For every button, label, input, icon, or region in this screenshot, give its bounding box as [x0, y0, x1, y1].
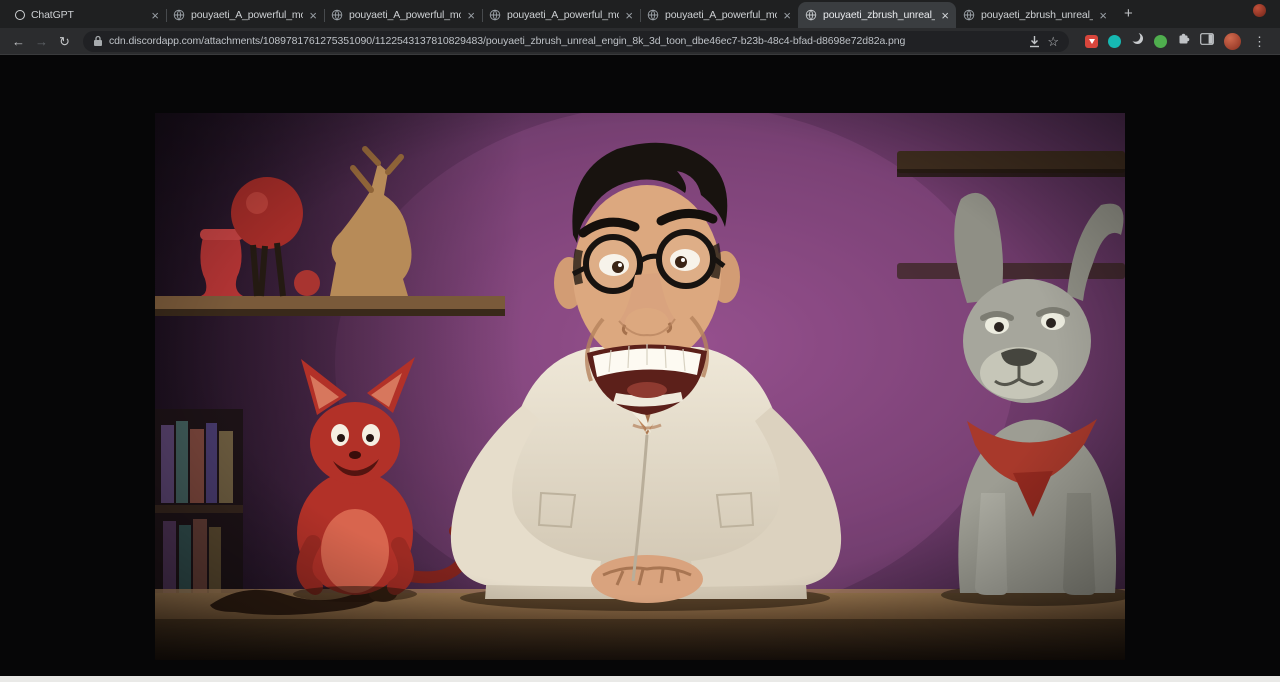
dark-mode-moon-icon[interactable] — [1131, 32, 1144, 50]
globe-favicon-icon — [963, 9, 975, 21]
tab-pouyaeti-powerful-2[interactable]: pouyaeti_A_powerful_modern × — [324, 2, 482, 28]
page-content — [0, 55, 1280, 676]
extensions-puzzle-icon[interactable] — [1177, 32, 1190, 50]
tab-close-icon[interactable]: × — [309, 9, 317, 22]
globe-favicon-icon — [805, 9, 817, 21]
globe-favicon-icon — [173, 9, 185, 21]
forward-button[interactable]: → — [31, 35, 52, 48]
tab-strip: ChatGPT × pouyaeti_A_powerful_modern × p… — [0, 0, 1280, 28]
profile-avatar[interactable] — [1224, 33, 1241, 50]
tab-close-icon[interactable]: × — [625, 9, 633, 22]
bottom-strip — [0, 676, 1280, 682]
back-button[interactable]: ← — [8, 35, 29, 48]
globe-favicon-icon — [647, 9, 659, 21]
tab-close-icon[interactable]: × — [151, 9, 159, 22]
tab-label: ChatGPT — [31, 9, 145, 21]
tab-label: pouyaeti_zbrush_unreal_engi — [981, 9, 1093, 21]
discord-image-attachment — [155, 113, 1125, 660]
tab-pouyaeti-powerful-1[interactable]: pouyaeti_A_powerful_modern × — [166, 2, 324, 28]
tab-close-icon[interactable]: × — [1099, 9, 1107, 22]
download-icon[interactable] — [1028, 35, 1041, 48]
globe-favicon-icon — [489, 9, 501, 21]
green-extension-icon[interactable] — [1154, 35, 1167, 48]
teal-extension-icon[interactable] — [1108, 35, 1121, 48]
extension-icons: ⋮ — [1077, 32, 1272, 50]
frame-profile-avatar[interactable] — [1253, 4, 1266, 17]
url-text: cdn.discordapp.com/attachments/108978176… — [109, 35, 1022, 47]
tab-close-icon[interactable]: × — [783, 9, 791, 22]
new-tab-button[interactable]: + — [1124, 6, 1133, 21]
tab-label: pouyaeti_zbrush_unreal_engin — [823, 9, 935, 21]
kebab-menu-icon[interactable]: ⋮ — [1251, 35, 1268, 48]
lock-icon[interactable] — [93, 35, 103, 47]
chatgpt-favicon-icon — [15, 10, 25, 20]
red-extension-icon[interactable] — [1085, 35, 1098, 48]
tab-label: pouyaeti_A_powerful_modern — [191, 9, 303, 21]
tab-pouyaeti-powerful-4[interactable]: pouyaeti_A_powerful_modern × — [640, 2, 798, 28]
tab-close-icon[interactable]: × — [467, 9, 475, 22]
side-panel-icon[interactable] — [1200, 32, 1214, 50]
address-bar[interactable]: cdn.discordapp.com/attachments/108978176… — [83, 31, 1069, 52]
tab-label: pouyaeti_A_powerful_modern — [349, 9, 461, 21]
tab-pouyaeti-zbrush-active[interactable]: pouyaeti_zbrush_unreal_engin × — [798, 2, 956, 28]
tab-chatgpt[interactable]: ChatGPT × — [8, 2, 166, 28]
tab-close-icon[interactable]: × — [941, 9, 949, 22]
tab-label: pouyaeti_A_powerful_modern — [665, 9, 777, 21]
tab-label: pouyaeti_A_powerful_modern — [507, 9, 619, 21]
tab-pouyaeti-powerful-3[interactable]: pouyaeti_A_powerful_modern × — [482, 2, 640, 28]
globe-favicon-icon — [331, 9, 343, 21]
bookmark-star-icon[interactable]: ☆ — [1047, 35, 1059, 48]
reload-button[interactable]: ↻ — [54, 35, 75, 48]
toolbar: ← → ↻ cdn.discordapp.com/attachments/108… — [0, 28, 1280, 55]
browser-window: ChatGPT × pouyaeti_A_powerful_modern × p… — [0, 0, 1280, 682]
tab-pouyaeti-zbrush-2[interactable]: pouyaeti_zbrush_unreal_engi × — [956, 2, 1114, 28]
